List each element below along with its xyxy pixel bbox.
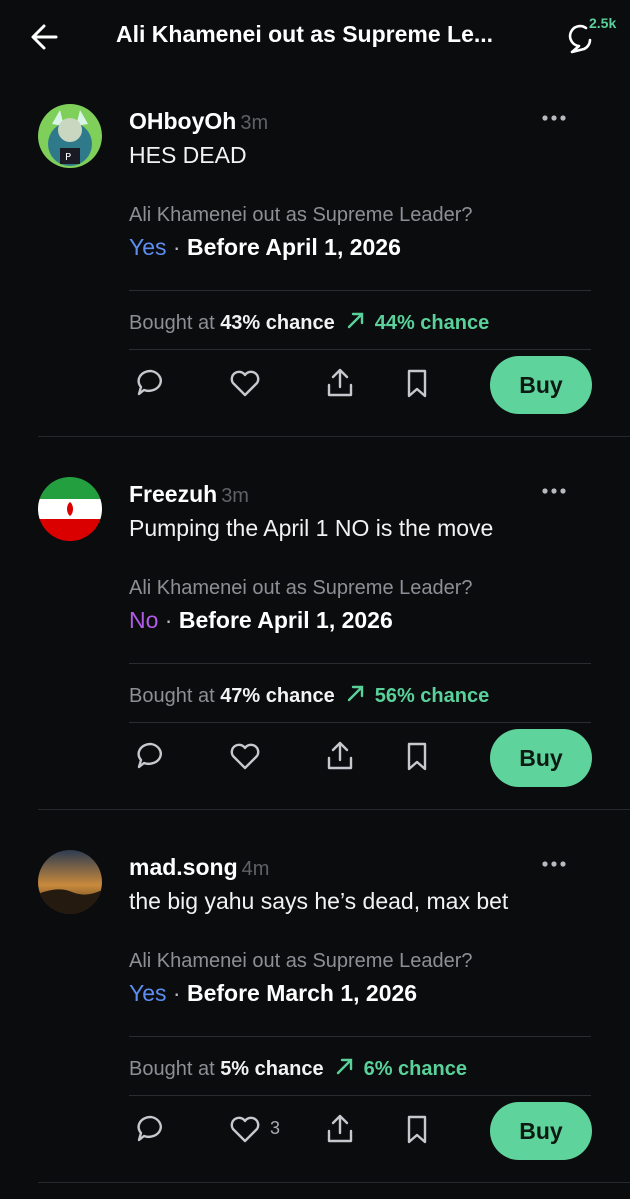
svg-text:P: P [65, 152, 71, 163]
comment-icon [137, 742, 162, 769]
share-button[interactable] [323, 1112, 357, 1146]
username[interactable]: OHboyOh 3m [129, 108, 268, 135]
share-icon [327, 368, 353, 397]
divider [129, 349, 591, 350]
reply-button[interactable] [134, 739, 168, 773]
more-options-button[interactable] [540, 856, 568, 872]
market-question[interactable]: Ali Khamenei out as Supreme Leader? [129, 577, 473, 600]
post-separator [38, 436, 630, 437]
divider [129, 722, 591, 723]
outcome-label: Yes [129, 234, 167, 260]
bought-info: Bought at 5% chance 6% chance [129, 1055, 467, 1081]
avatar[interactable] [38, 850, 102, 914]
market-position: No · Before April 1, 2026 [129, 607, 393, 633]
bookmark-button[interactable] [400, 366, 434, 400]
more-options-button[interactable] [540, 110, 568, 126]
cartoon-avatar-icon: P [38, 104, 102, 168]
like-button[interactable] [228, 366, 262, 400]
market-position: Yes · Before March 1, 2026 [129, 980, 418, 1006]
post-separator [38, 1182, 630, 1183]
top-bar: Ali Khamenei out as Supreme Le... 2.5k [0, 0, 630, 76]
like-button[interactable] [228, 1112, 262, 1146]
divider [129, 290, 591, 291]
arrow-left-icon [31, 24, 58, 50]
post-separator [38, 809, 630, 810]
bookmark-icon [407, 369, 427, 398]
bought-info: Bought at 43% chance 44% chance [129, 309, 489, 335]
market-question[interactable]: Ali Khamenei out as Supreme Leader? [129, 950, 473, 973]
trend-up-arrow-icon [347, 685, 363, 702]
trend-up-arrow-icon [336, 1058, 352, 1075]
back-button[interactable] [26, 20, 66, 56]
heart-icon [230, 1116, 260, 1143]
comment-icon [137, 369, 162, 396]
timestamp: 3m [221, 485, 249, 507]
market-question[interactable]: Ali Khamenei out as Supreme Leader? [129, 204, 473, 227]
trend-up-arrow-icon [347, 312, 363, 329]
sunset-photo-icon [38, 850, 102, 914]
deadline-label: Before April 1, 2026 [186, 234, 401, 260]
deadline-label: Before April 1, 2026 [178, 607, 393, 633]
share-icon [327, 741, 353, 770]
bought-info: Bought at 47% chance 56% chance [129, 682, 489, 708]
comment-icon [137, 1115, 162, 1142]
divider [129, 1036, 591, 1037]
share-button[interactable] [323, 739, 357, 773]
buy-button[interactable]: Buy [490, 1102, 592, 1160]
share-button[interactable] [323, 366, 357, 400]
divider [129, 1095, 591, 1096]
more-dots-icon [542, 488, 566, 494]
outcome-label: No [129, 607, 159, 633]
timestamp: 4m [241, 858, 270, 880]
comment-post: mad.song 4m the big yahu says he’s dead, … [0, 822, 630, 1195]
heart-icon [230, 370, 260, 397]
market-position: Yes · Before April 1, 2026 [129, 234, 401, 260]
iran-flag-icon [38, 477, 102, 541]
buy-button[interactable]: Buy [490, 729, 592, 787]
username[interactable]: mad.song 4m [129, 854, 269, 881]
more-dots-icon [542, 861, 566, 867]
share-icon [327, 1114, 353, 1143]
comment-text: the big yahu says he’s dead, max bet [129, 888, 509, 914]
comment-post: Freezuh 3m Pumping the April 1 NO is the … [0, 449, 630, 822]
buy-button[interactable]: Buy [490, 356, 592, 414]
bookmark-button[interactable] [400, 739, 434, 773]
outcome-label: Yes [129, 980, 167, 1006]
more-options-button[interactable] [540, 483, 568, 499]
comments-count-badge: 2.5k [589, 15, 617, 31]
comment-text: Pumping the April 1 NO is the move [129, 515, 494, 541]
username[interactable]: Freezuh 3m [129, 481, 249, 508]
comment-post: P OHboyOh 3m HES DEAD Ali Khamenei out as… [0, 76, 630, 449]
avatar[interactable] [38, 477, 102, 541]
avatar[interactable]: P [38, 104, 102, 168]
reply-button[interactable] [134, 1112, 168, 1146]
comment-text: HES DEAD [129, 142, 247, 168]
deadline-label: Before March 1, 2026 [186, 980, 418, 1006]
divider [129, 663, 591, 664]
more-dots-icon [542, 115, 566, 121]
heart-icon [230, 743, 260, 770]
bookmark-icon [407, 742, 427, 771]
reply-button[interactable] [134, 366, 168, 400]
bookmark-icon [407, 1115, 427, 1144]
bookmark-button[interactable] [400, 1112, 434, 1146]
timestamp: 3m [240, 112, 269, 134]
like-button[interactable] [228, 739, 262, 773]
page-title: Ali Khamenei out as Supreme Le... [116, 21, 494, 47]
like-count: 3 [270, 1118, 281, 1138]
